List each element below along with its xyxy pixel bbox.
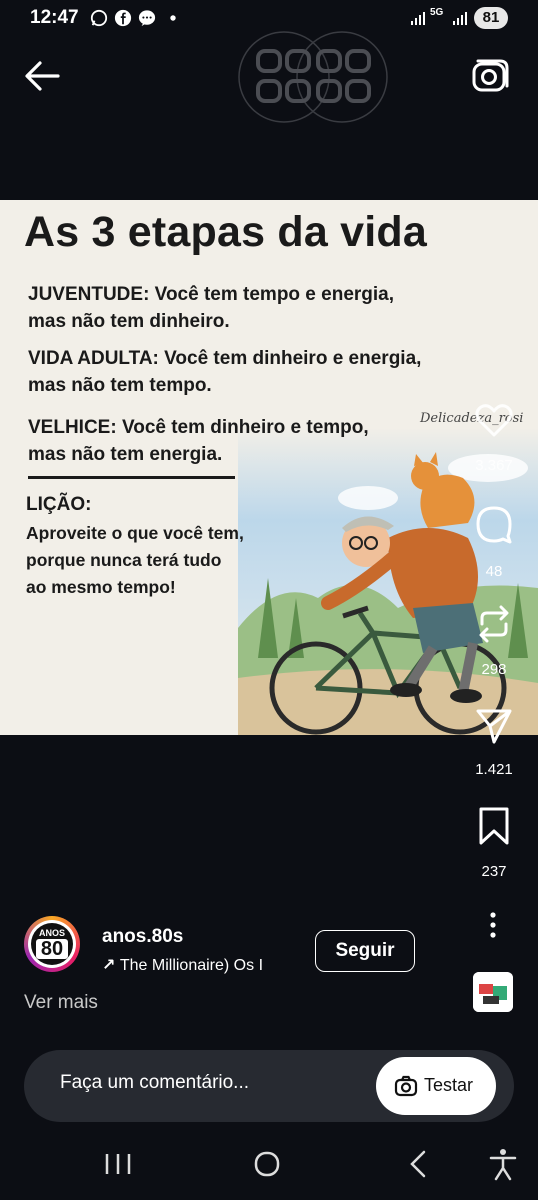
- comment-input[interactable]: Faça um comentário...: [60, 1072, 249, 1094]
- share-button[interactable]: 1.421: [468, 706, 520, 778]
- music-title: The Millionaire) Os I: [119, 957, 264, 974]
- signal-icon-2: [453, 12, 467, 25]
- paragraph-line: mas não tem tempo.: [28, 375, 212, 396]
- see-more-link[interactable]: Ver mais: [24, 992, 98, 1014]
- old-man-bicycle-illustration: [238, 428, 538, 735]
- music-info[interactable]: ↗ The Millionaire) Os I: [102, 955, 302, 975]
- paragraph-line: mas não tem dinheiro.: [28, 311, 230, 332]
- lesson-title: LIÇÃO:: [26, 494, 92, 515]
- divider: [28, 476, 235, 479]
- lesson-line: ao mesmo tempo!: [26, 577, 176, 597]
- arrow-up-right-icon: ↗: [102, 957, 120, 974]
- follow-button[interactable]: Seguir: [315, 930, 415, 972]
- paragraph-line: VELHICE: Você tem dinheiro e tempo,: [28, 417, 369, 438]
- messenger-icon: [138, 10, 156, 27]
- share-count: 1.421: [475, 761, 513, 778]
- avatar-text-bottom: 80: [36, 939, 68, 959]
- paragraph-line: VIDA ADULTA: Você tem dinheiro e energia…: [28, 348, 422, 369]
- like-count: 3.367: [475, 457, 513, 474]
- comment-bubble-icon: [476, 506, 512, 544]
- comment-count: 48: [485, 563, 503, 580]
- signal-icon: [411, 12, 425, 25]
- back-nav-icon[interactable]: [398, 1146, 438, 1182]
- repost-icon: [479, 605, 509, 643]
- recent-apps-icon[interactable]: [98, 1146, 138, 1182]
- network-type: 5G: [430, 7, 444, 18]
- save-button[interactable]: 237: [468, 806, 520, 880]
- back-arrow-icon[interactable]: [22, 58, 62, 94]
- username[interactable]: anos.80s: [102, 926, 183, 948]
- lesson-text: Aproveite o que você tem, porque nunca t…: [26, 520, 244, 601]
- heart-icon: [475, 404, 513, 437]
- paragraph-vida-adulta: VIDA ADULTA: Você tem dinheiro e energia…: [28, 345, 421, 399]
- status-time: 12:47: [30, 7, 79, 28]
- audio-cover-image: [473, 972, 513, 1012]
- facebook-icon: [114, 9, 132, 27]
- like-button[interactable]: 3.367: [468, 402, 520, 474]
- audio-thumbnail[interactable]: [473, 972, 513, 1012]
- paragraph-line: mas não tem energia.: [28, 444, 223, 465]
- battery-indicator: 81: [474, 7, 508, 29]
- bookmark-icon: [479, 807, 509, 845]
- paragraph-line: JUVENTUDE: Você tem tempo e energia,: [28, 284, 395, 305]
- lesson-line: porque nunca terá tudo: [26, 550, 222, 570]
- paragraph-juventude: JUVENTUDE: Você tem tempo e energia, mas…: [28, 281, 394, 335]
- avatar-text-top: ANOS: [38, 928, 65, 938]
- paragraph-velhice: VELHICE: Você tem dinheiro e tempo, mas …: [28, 414, 369, 468]
- camera-icon[interactable]: [470, 56, 510, 96]
- save-count: 237: [481, 863, 507, 880]
- avatar[interactable]: ANOS 80: [31, 923, 73, 965]
- comment-button[interactable]: 48: [468, 504, 520, 580]
- try-button[interactable]: Testar: [376, 1057, 496, 1115]
- post-title: As 3 etapas da vida: [24, 208, 427, 256]
- accessibility-icon[interactable]: [483, 1146, 523, 1182]
- repost-button[interactable]: 298: [468, 604, 520, 678]
- whatsapp-icon: [90, 9, 108, 27]
- more-options-icon[interactable]: [480, 910, 506, 940]
- lesson-line: Aproveite o que você tem,: [26, 523, 244, 543]
- camera-small-icon: [394, 1075, 418, 1097]
- home-icon[interactable]: [247, 1146, 287, 1182]
- dot-icon: [170, 15, 176, 21]
- reel-app-logo: [238, 31, 388, 123]
- try-label: Testar: [424, 1075, 474, 1095]
- repost-count: 298: [481, 661, 507, 678]
- send-icon: [476, 709, 512, 744]
